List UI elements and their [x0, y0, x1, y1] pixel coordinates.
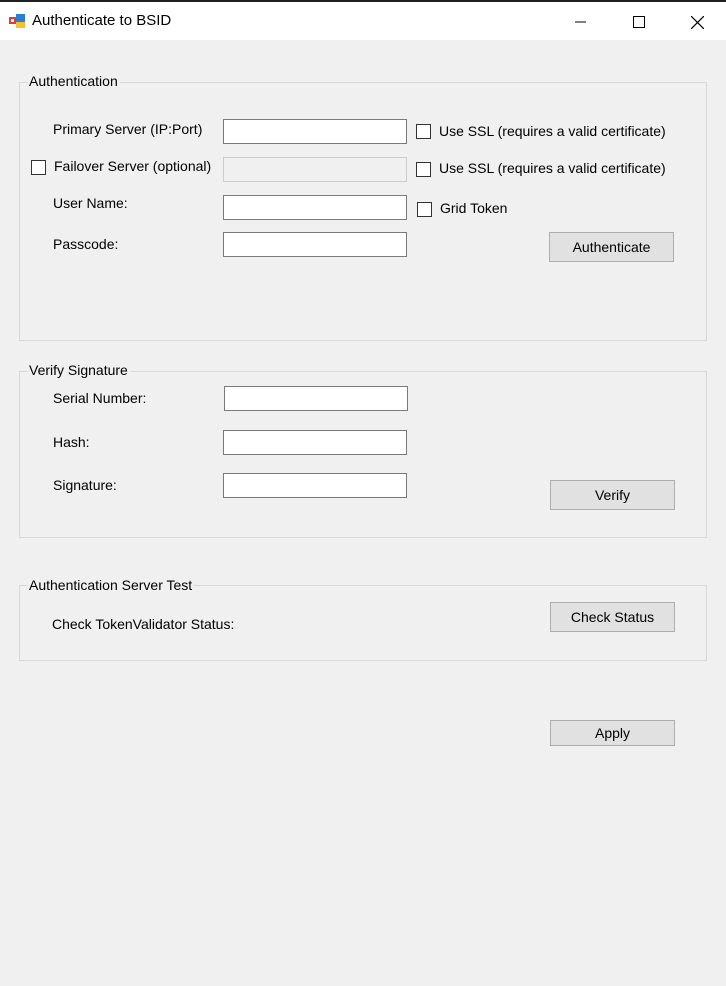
maximize-button[interactable] — [610, 3, 668, 41]
maximize-icon — [633, 16, 645, 28]
window-title: Authenticate to BSID — [32, 12, 172, 29]
failover-ssl-checkbox[interactable] — [416, 162, 431, 177]
app-icon — [9, 13, 25, 29]
title-bar: Authenticate to BSID — [0, 0, 726, 40]
close-icon — [690, 15, 704, 29]
minimize-button[interactable] — [552, 3, 610, 41]
check-status-label: Check TokenValidator Status: — [52, 616, 235, 632]
primary-server-input[interactable] — [223, 119, 407, 144]
apply-button[interactable]: Apply — [550, 720, 675, 746]
server-test-legend: Authentication Server Test — [28, 577, 195, 593]
username-input[interactable] — [223, 195, 407, 220]
serial-number-label: Serial Number: — [53, 390, 147, 406]
authentication-legend: Authentication — [28, 73, 120, 89]
close-button[interactable] — [668, 3, 726, 41]
hash-label: Hash: — [53, 434, 90, 450]
failover-label: Failover Server (optional) — [54, 158, 212, 174]
check-status-button[interactable]: Check Status — [550, 602, 675, 632]
authenticate-button[interactable]: Authenticate — [549, 232, 674, 262]
signature-input[interactable] — [223, 473, 407, 498]
failover-server-input — [223, 157, 407, 182]
hash-input[interactable] — [223, 430, 407, 455]
grid-token-label: Grid Token — [440, 200, 508, 216]
primary-ssl-label: Use SSL (requires a valid certificate) — [439, 123, 666, 139]
passcode-label: Passcode: — [53, 236, 119, 252]
username-label: User Name: — [53, 195, 128, 211]
verify-signature-legend: Verify Signature — [28, 362, 130, 378]
passcode-input[interactable] — [223, 232, 407, 257]
grid-token-checkbox[interactable] — [417, 202, 432, 217]
failover-ssl-label: Use SSL (requires a valid certificate) — [439, 160, 666, 176]
signature-label: Signature: — [53, 477, 117, 493]
primary-ssl-checkbox[interactable] — [416, 124, 431, 139]
verify-button[interactable]: Verify — [550, 480, 675, 510]
failover-checkbox[interactable] — [31, 160, 46, 175]
primary-server-label: Primary Server (IP:Port) — [53, 121, 203, 137]
minimize-icon — [575, 21, 586, 23]
serial-number-input[interactable] — [224, 386, 408, 411]
